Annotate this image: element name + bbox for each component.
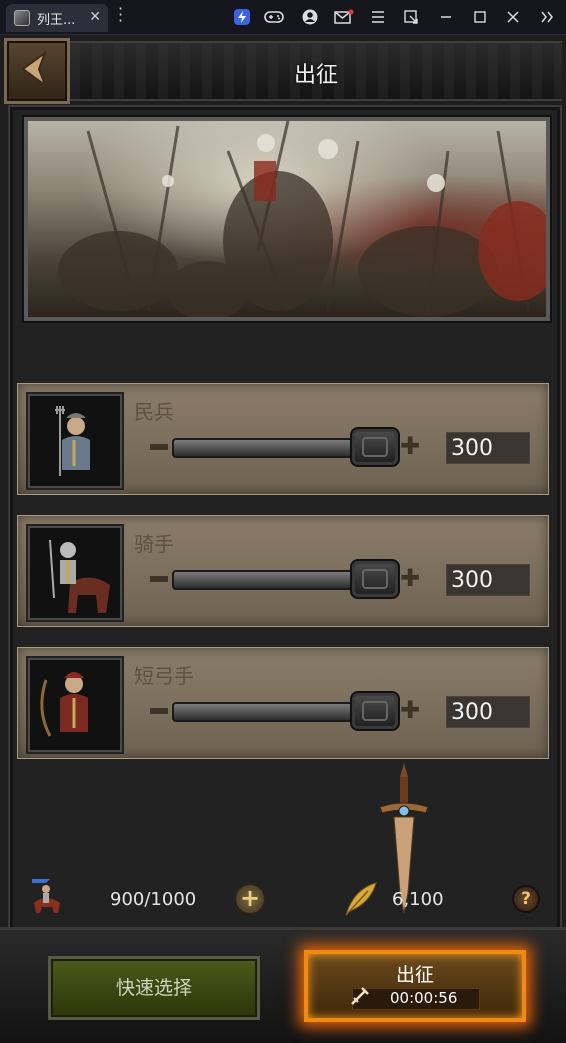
gamepad-icon[interactable] <box>264 7 284 27</box>
slider-handle[interactable] <box>350 559 400 599</box>
battle-banner-image <box>24 117 550 321</box>
troop-name: 短弓手 <box>134 664 194 688</box>
troop-card-rider: 骑手 ✚ 300 <box>17 515 549 627</box>
help-icon[interactable]: ? <box>512 885 540 913</box>
decrease-button[interactable] <box>150 576 168 582</box>
gold-amount: 6,100 <box>392 889 444 910</box>
rider-icon <box>32 879 60 913</box>
troop-count-input[interactable]: 300 <box>446 696 530 728</box>
stats-row: 900/1000 + 6,100 ? <box>0 877 566 921</box>
troop-count-input[interactable]: 300 <box>446 432 530 464</box>
feather-icon <box>345 882 377 916</box>
troop-name: 骑手 <box>134 532 174 556</box>
page-title: 出征 <box>293 63 338 88</box>
march-button[interactable]: 出征 00:00:56 <box>304 950 526 1022</box>
increase-button[interactable]: ✚ <box>400 434 420 458</box>
troop-count-input[interactable]: 300 <box>446 564 530 596</box>
back-arrow-icon <box>21 50 48 88</box>
rider-portrait <box>28 526 122 620</box>
militia-portrait <box>28 394 122 488</box>
decrease-button[interactable] <box>150 444 168 450</box>
browser-tab[interactable]: 列王... ✕ <box>6 4 108 32</box>
increase-button[interactable]: ✚ <box>400 566 420 590</box>
header-bar: 出征 <box>70 41 562 101</box>
troop-capacity: 900/1000 <box>110 889 197 910</box>
lightning-icon[interactable] <box>232 7 252 27</box>
march-timer: 00:00:56 <box>390 989 458 1007</box>
bottom-action-bar: 快速选择 出征 00:00:56 <box>0 927 566 1043</box>
maximize-icon[interactable] <box>470 7 490 27</box>
hourglass-icon <box>351 987 369 1005</box>
troop-card-archer: 短弓手 ✚ 300 <box>17 647 549 759</box>
tab-close-icon[interactable]: ✕ <box>89 9 101 25</box>
troop-slider[interactable] <box>172 702 376 722</box>
avatar-icon[interactable] <box>300 7 320 27</box>
mail-icon[interactable] <box>334 7 354 27</box>
archer-portrait <box>28 658 122 752</box>
minimize-icon[interactable] <box>436 7 456 27</box>
slider-handle[interactable] <box>350 691 400 731</box>
sidebar-expand-icon[interactable] <box>537 7 557 27</box>
menu-icon[interactable] <box>368 7 388 27</box>
quick-select-button[interactable]: 快速选择 <box>48 956 260 1020</box>
increase-button[interactable]: ✚ <box>400 698 420 722</box>
app-icon <box>14 10 30 26</box>
close-icon[interactable] <box>503 7 523 27</box>
tab-title: 列王... <box>37 12 76 28</box>
popout-icon[interactable] <box>401 7 421 27</box>
troop-card-militia: 民兵 ✚ 300 <box>17 383 549 495</box>
troop-name: 民兵 <box>134 400 174 424</box>
troop-slider[interactable] <box>172 570 376 590</box>
troop-slider[interactable] <box>172 438 376 458</box>
march-label: 出征 <box>395 964 434 986</box>
decrease-button[interactable] <box>150 708 168 714</box>
tab-menu-icon[interactable]: · · · <box>118 1 123 29</box>
game-screen: 出征 民兵 ✚ 300 骑手 ✚ 300 短弓手 ✚ 300 900/1000 … <box>0 35 566 1043</box>
slider-handle[interactable] <box>350 427 400 467</box>
add-capacity-button[interactable]: + <box>234 883 266 915</box>
back-button[interactable] <box>4 38 70 104</box>
window-toolbar: 列王... ✕ · · · <box>0 0 566 35</box>
